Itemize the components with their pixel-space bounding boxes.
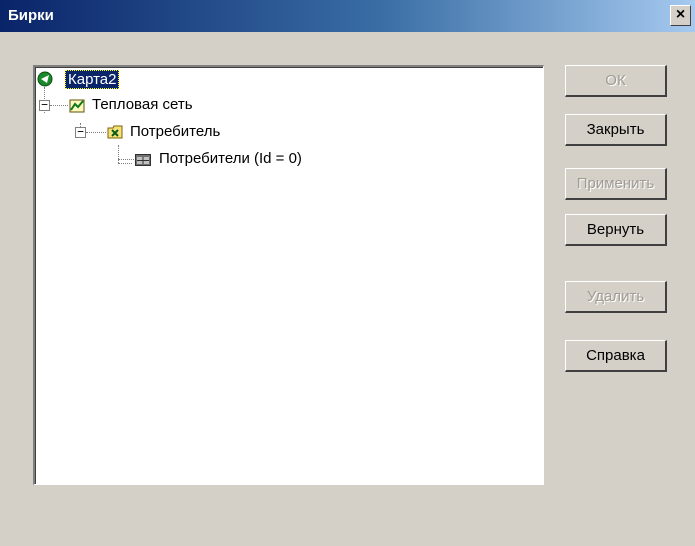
tags-tree-view[interactable]: Карта2 − Тепловая сеть − Потребитель Пот… (33, 65, 544, 485)
tree-node-label: Потребитель (130, 123, 221, 140)
ok-button[interactable]: ОК (565, 65, 667, 97)
tree-node-consumers-table[interactable]: Потребители (Id = 0) (37, 149, 357, 169)
tree-connector (86, 132, 106, 133)
tree-connector (118, 159, 134, 160)
tree-node-heat-network[interactable]: − Тепловая сеть (37, 95, 337, 115)
revert-button[interactable]: Вернуть (565, 214, 667, 246)
tree-node-label: Потребители (Id = 0) (159, 150, 302, 167)
collapse-toggle[interactable]: − (75, 126, 86, 138)
close-window-button[interactable]: × (670, 5, 691, 26)
tags-dialog: Бирки × Карта2 − Тепловая сеть − Потреби… (0, 0, 695, 546)
window-title: Бирки (8, 7, 54, 24)
delete-button[interactable]: Удалить (565, 281, 667, 313)
help-button[interactable]: Справка (565, 340, 667, 372)
network-icon (69, 99, 85, 113)
close-button[interactable]: Закрыть (565, 114, 667, 146)
apply-button[interactable]: Применить (565, 168, 667, 200)
tree-connector (50, 105, 68, 106)
map-icon (37, 71, 53, 87)
table-icon (135, 154, 151, 166)
tree-node-label: Карта2 (65, 70, 120, 89)
title-bar[interactable]: Бирки × (0, 0, 695, 32)
collapse-toggle[interactable]: − (39, 99, 50, 111)
tree-node-label: Тепловая сеть (92, 96, 193, 113)
folder-icon (107, 125, 123, 139)
tree-node-map[interactable]: Карта2 (37, 69, 337, 89)
tree-node-consumer[interactable]: − Потребитель (37, 122, 337, 142)
